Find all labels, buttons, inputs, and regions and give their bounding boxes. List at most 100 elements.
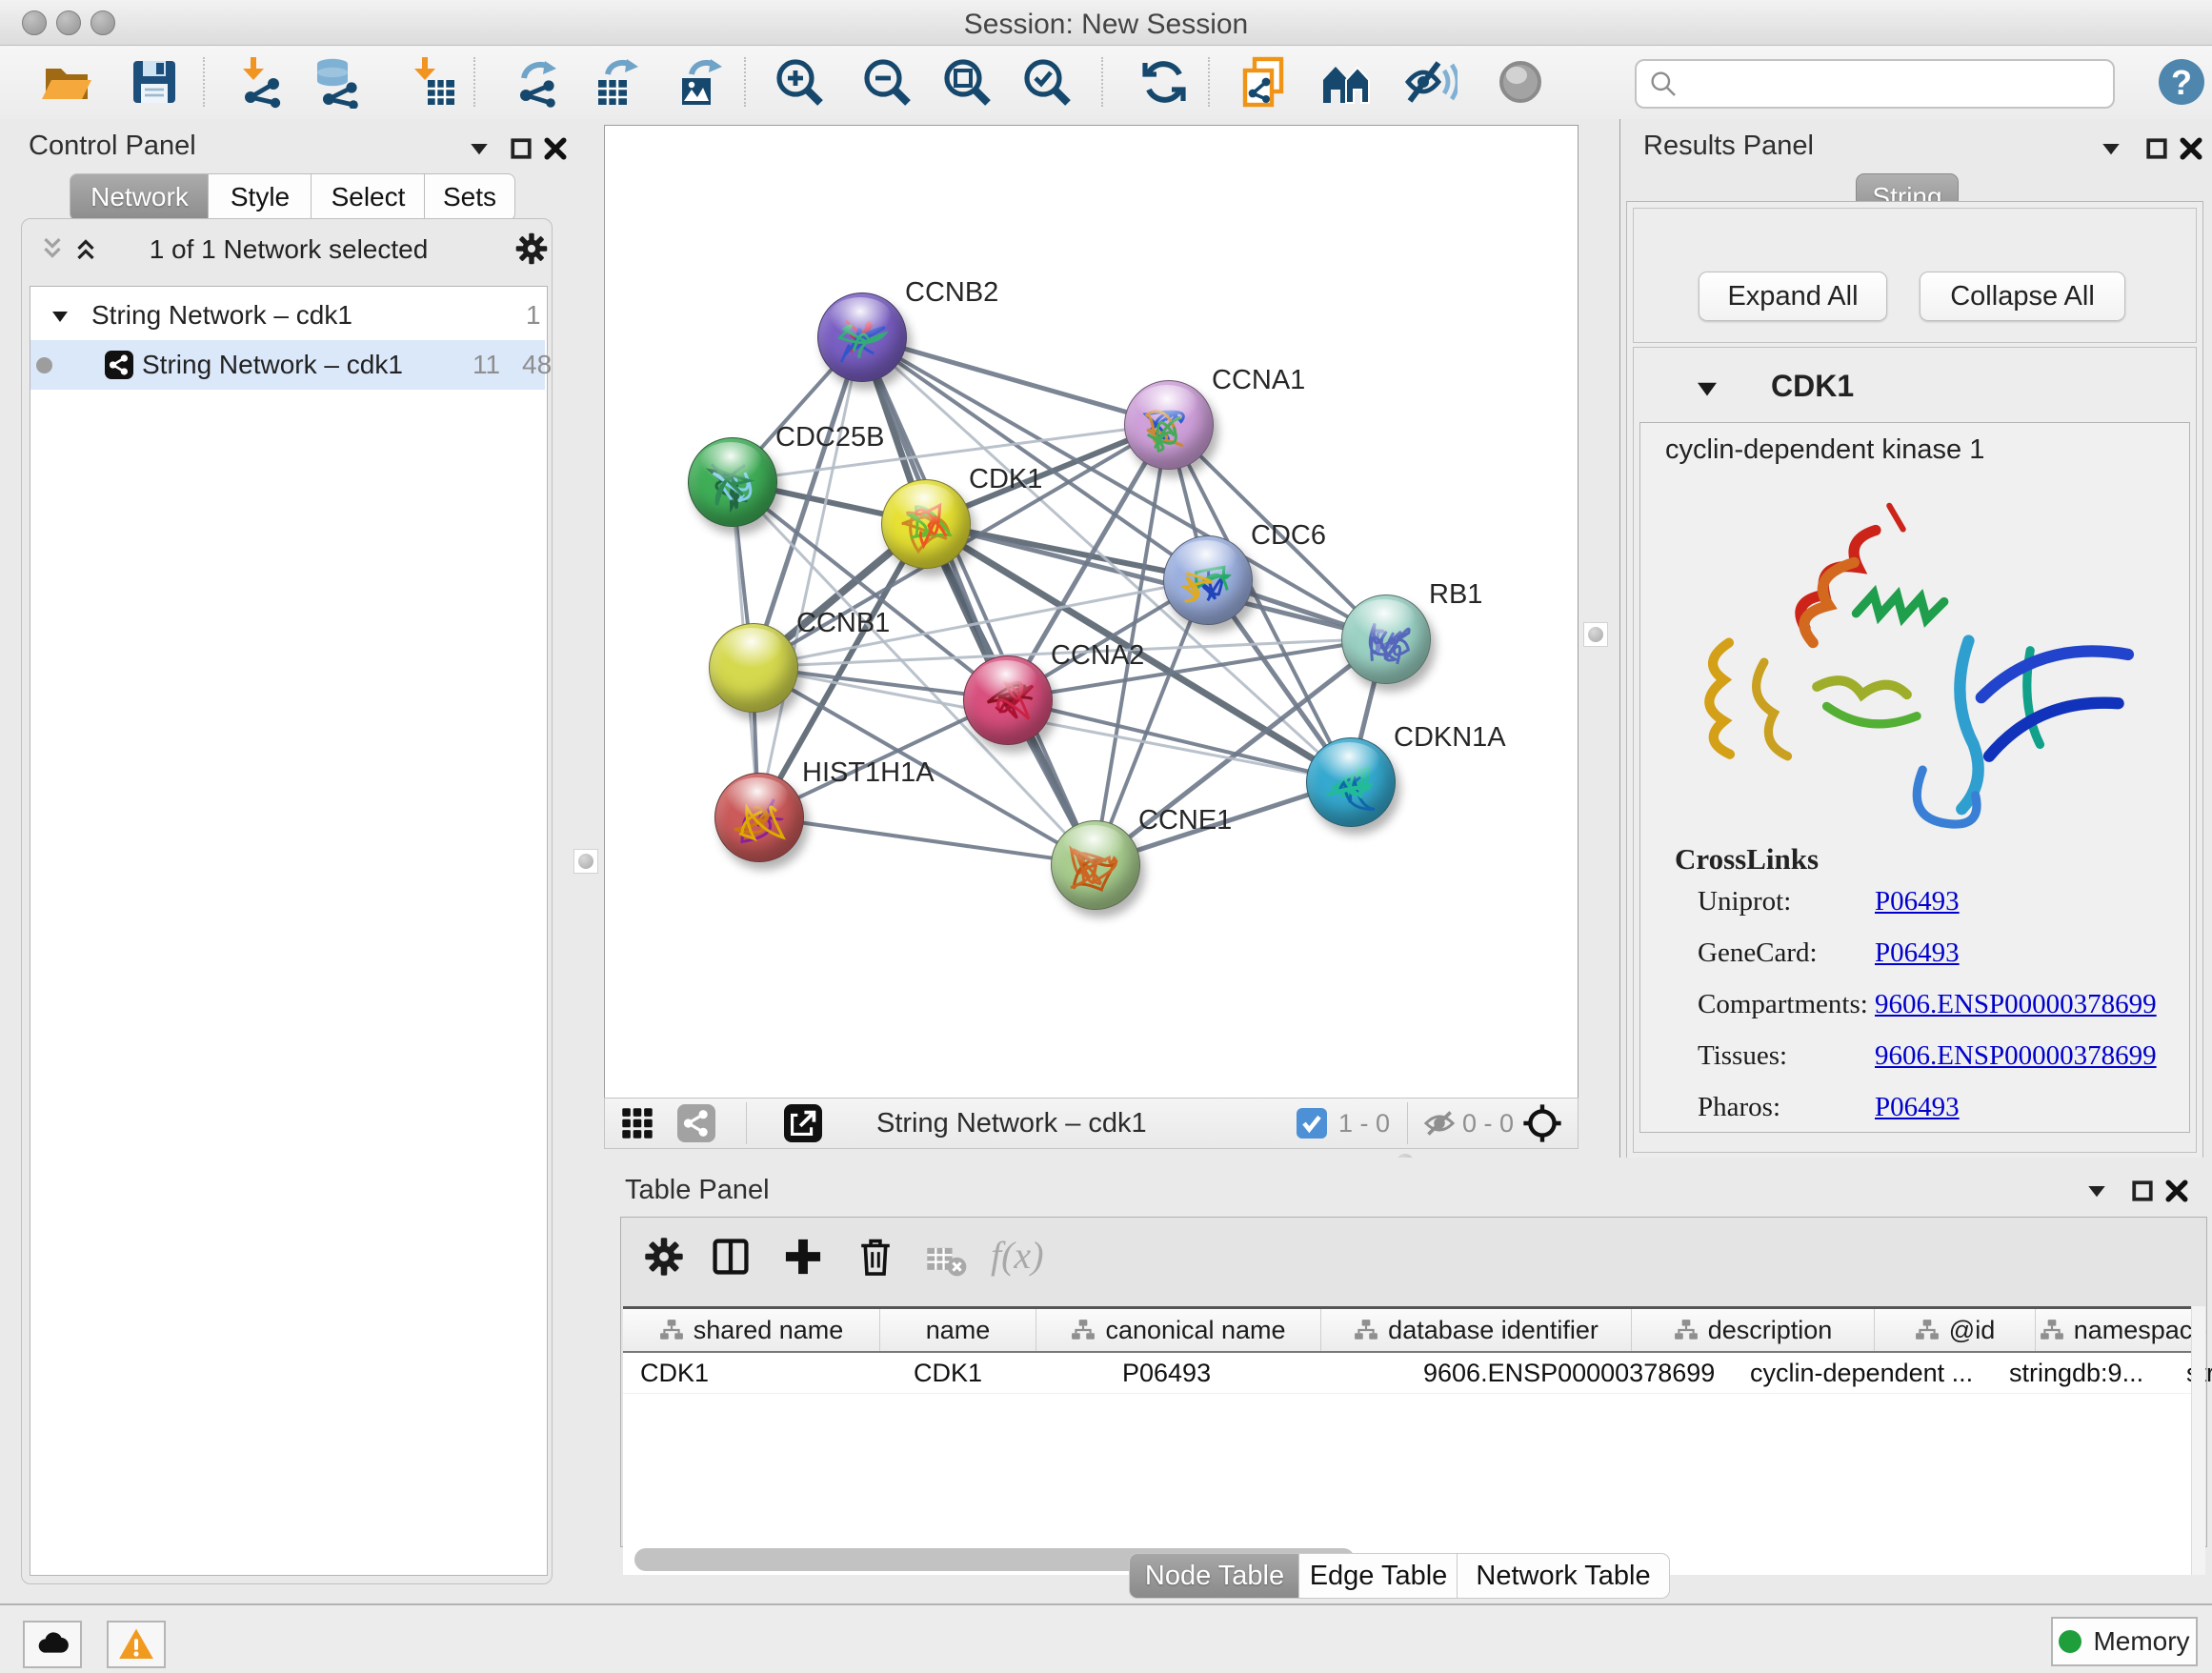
warning-button[interactable] [107,1621,166,1668]
collapse-all-networks-icon[interactable] [38,234,67,268]
help-icon[interactable]: ? [2155,55,2208,109]
network-edge-count: 48 [522,350,552,380]
toolbar-search[interactable] [1635,59,2115,109]
show-column-icon[interactable] [709,1235,753,1283]
import-network-database-icon[interactable] [310,55,363,109]
import-table-icon[interactable] [405,55,458,109]
table-options-gear-icon[interactable] [642,1235,686,1283]
delete-column-icon[interactable] [854,1235,897,1283]
network-node-ccnb2[interactable] [817,292,907,382]
node-gloss [720,628,783,668]
column-header[interactable]: name [880,1309,1036,1351]
hide-show-icon[interactable] [1404,55,1458,109]
grid-view-icon[interactable] [618,1104,656,1147]
tab-select[interactable]: Select [311,173,426,221]
import-network-file-icon[interactable] [233,55,287,109]
crosslink-label: Pharos: [1698,1092,1780,1123]
right-splitter-handle[interactable] [1583,622,1608,647]
open-session-icon[interactable] [40,55,93,109]
refresh-icon[interactable] [1137,55,1191,109]
tab-node-table[interactable]: Node Table [1129,1553,1300,1599]
tab-sets[interactable]: Sets [424,173,515,221]
collapse-all-button[interactable]: Collapse All [1920,272,2125,321]
search-input[interactable] [1686,63,2100,101]
tab-edge-table[interactable]: Edge Table [1298,1553,1458,1599]
close-panel-icon[interactable] [2162,1177,2191,1210]
node-label-cdkn1a: CDKN1A [1394,722,1506,754]
collapse-panel-icon[interactable] [2082,1177,2111,1210]
memory-button[interactable]: Memory [2051,1617,2198,1666]
expand-all-button[interactable]: Expand All [1699,272,1887,321]
toolbar-separator [744,57,746,107]
gene-collapse-icon[interactable] [1693,374,1721,408]
tab-style[interactable]: Style [208,173,312,221]
selected-checkbox-icon[interactable] [1297,1108,1327,1139]
node-label-cdk1: CDK1 [969,464,1042,495]
column-header[interactable]: namespace [2036,1309,2210,1351]
save-session-icon[interactable] [128,55,181,109]
column-header[interactable]: @id [1875,1309,2036,1351]
crosslink-link[interactable]: 9606.ENSP00000378699 [1875,1040,2157,1072]
zoom-fit-icon[interactable] [940,55,994,109]
hidden-eye-icon[interactable] [1422,1106,1457,1140]
network-edge[interactable] [861,336,1168,424]
network-node-ccna2[interactable] [963,655,1053,745]
export-table-icon[interactable] [591,55,644,109]
node-gloss [699,442,762,482]
crosslink-link[interactable]: 9606.ENSP00000378699 [1875,989,2157,1020]
export-network-icon[interactable] [511,55,564,109]
node-gloss [1062,825,1125,865]
network-node-ccna1[interactable] [1124,380,1214,470]
string-view-icon[interactable] [677,1104,715,1142]
network-node-cdk1[interactable] [881,479,971,569]
network-node-cdkn1a[interactable] [1306,737,1396,827]
column-header[interactable]: canonical name [1036,1309,1321,1351]
column-header[interactable]: description [1632,1309,1875,1351]
add-column-icon[interactable] [781,1235,825,1283]
tab-network-table[interactable]: Network Table [1457,1553,1670,1599]
network-options-gear-icon[interactable] [513,231,550,267]
table-panel: Table Panel f(x) sh [570,1158,2212,1603]
open-in-window-icon[interactable] [784,1104,822,1142]
float-panel-icon[interactable] [2142,134,2171,168]
column-header[interactable]: database identifier [1321,1309,1632,1351]
clone-network-icon[interactable] [1237,55,1291,109]
left-splitter-handle[interactable] [573,849,598,874]
expand-all-networks-icon[interactable] [71,234,100,268]
birds-eye-icon[interactable] [1521,1102,1563,1144]
network-node-cdc25b[interactable] [688,437,777,527]
table-row[interactable]: CDK1 CDK1 P06493 9606.ENSP00000378699 cy… [623,1353,2204,1394]
zoom-in-icon[interactable] [773,55,826,109]
network-node-cdc6[interactable] [1163,535,1253,625]
network-node-rb1[interactable] [1341,595,1431,684]
table-vertical-scrollbar[interactable] [2191,1306,2205,1575]
close-panel-icon[interactable] [541,134,570,168]
network-edge[interactable] [758,336,861,816]
crosslink-link[interactable]: P06493 [1875,886,1960,917]
network-node-ccne1[interactable] [1051,820,1140,910]
network-node-hist1h1a[interactable] [714,773,804,862]
collapse-panel-icon[interactable] [465,134,493,168]
close-panel-icon[interactable] [2177,134,2205,168]
network-node-ccnb1[interactable] [709,623,798,713]
tab-network[interactable]: Network [70,173,210,221]
column-header[interactable]: shared name [623,1309,880,1351]
collection-expand-icon[interactable] [49,304,71,334]
gray-eye-icon[interactable] [1494,55,1547,109]
cloud-button[interactable] [23,1621,82,1668]
float-panel-icon[interactable] [507,134,535,168]
export-image-icon[interactable] [674,55,728,109]
network-canvas[interactable]: CCNB2CCNA1CDC25BCDK1CDC6RB1CCNB1CCNA2CDK… [604,125,1579,1099]
cell-id: stringdb:9... [1992,1353,2169,1393]
float-panel-icon[interactable] [2128,1177,2157,1210]
zoom-out-icon[interactable] [860,55,914,109]
network-collection-row[interactable]: String Network – cdk1 1 [30,291,545,340]
collapse-panel-icon[interactable] [2097,134,2125,168]
gene-name: CDK1 [1771,369,1854,404]
network-row-selected[interactable]: String Network – cdk1 11 48 [30,340,545,390]
zoom-selected-icon[interactable] [1020,55,1074,109]
crosslink-link[interactable]: P06493 [1875,1092,1960,1123]
network-edge[interactable] [758,816,1095,864]
houses-icon[interactable] [1319,55,1373,109]
crosslink-link[interactable]: P06493 [1875,937,1960,969]
